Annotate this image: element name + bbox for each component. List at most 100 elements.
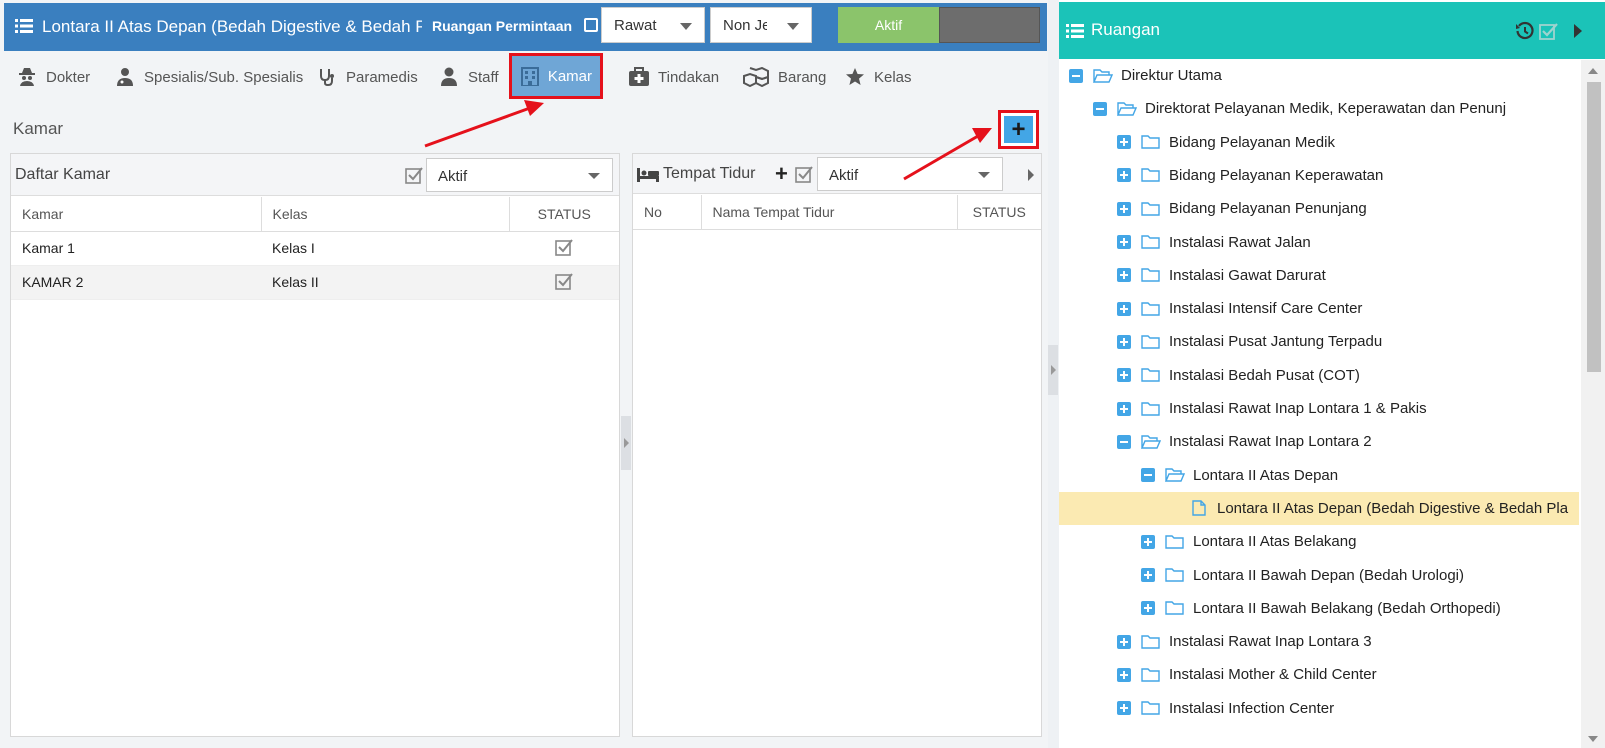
tree-node[interactable]: Instalasi Rawat Inap Lontara 2 bbox=[1059, 425, 1579, 458]
checked-icon[interactable] bbox=[555, 272, 573, 290]
tree-node-label: Bidang Pelayanan Penunjang bbox=[1169, 200, 1367, 218]
tempat-tidur-panel: Tempat Tidur + Aktif No Nama Tempat Tidu… bbox=[632, 153, 1042, 737]
plus-icon[interactable]: + bbox=[775, 163, 788, 185]
chevron-right-icon[interactable] bbox=[1028, 169, 1034, 181]
checkbox-icon[interactable] bbox=[795, 165, 813, 183]
inactive-button[interactable] bbox=[939, 7, 1040, 43]
expand-icon[interactable] bbox=[1117, 701, 1131, 716]
folder-icon bbox=[1141, 201, 1161, 217]
tree-node[interactable]: Instalasi Bedah Pusat (COT) bbox=[1059, 359, 1579, 392]
tree-node[interactable]: Lontara II Atas Depan (Bedah Digestive &… bbox=[1059, 491, 1579, 525]
collapse-icon[interactable] bbox=[1069, 68, 1083, 83]
tree-node-label: Lontara II Atas Depan (Bedah Digestive &… bbox=[1217, 499, 1569, 517]
tree-node[interactable]: Bidang Pelayanan Keperawatan bbox=[1059, 159, 1579, 192]
tab-dokter[interactable]: Dokter bbox=[16, 56, 90, 98]
expand-icon[interactable] bbox=[1117, 667, 1131, 682]
tab-barang[interactable]: Barang bbox=[742, 56, 826, 98]
tree-node[interactable]: Instalasi Mother & Child Center bbox=[1059, 658, 1579, 691]
tree-node[interactable]: Lontara II Bawah Belakang (Bedah Orthope… bbox=[1059, 592, 1579, 625]
rawat-select[interactable]: Rawat bbox=[601, 7, 705, 43]
ruangan-permintaan-checkbox[interactable] bbox=[584, 18, 598, 32]
expand-icon[interactable] bbox=[1117, 401, 1131, 416]
expand-icon[interactable] bbox=[1117, 168, 1131, 183]
collapse-icon[interactable] bbox=[1093, 101, 1107, 116]
daftar-kamar-filter[interactable]: Aktif bbox=[426, 158, 613, 192]
panel-splitter[interactable] bbox=[621, 416, 631, 470]
tab-kelas[interactable]: Kelas bbox=[844, 56, 912, 98]
tree-node-label: Instalasi Pusat Jantung Terpadu bbox=[1169, 333, 1383, 351]
tree-node-label: Lontara II Atas Depan bbox=[1193, 466, 1339, 484]
left-panel: Lontara II Atas Depan (Bedah Digestive &… bbox=[0, 0, 1048, 748]
scroll-up-icon[interactable] bbox=[1588, 68, 1598, 74]
ruangan-permintaan-label: Ruangan Permintaan bbox=[432, 18, 573, 34]
folder-open-icon bbox=[1093, 68, 1113, 84]
tab-kamar[interactable]: Kamar bbox=[509, 53, 603, 99]
tempat-tidur-filter[interactable]: Aktif bbox=[817, 157, 1003, 191]
tree-node[interactable]: Instalasi Pusat Jantung Terpadu bbox=[1059, 325, 1579, 358]
tree-node[interactable]: Instalasi Rawat Inap Lontara 1 & Pakis bbox=[1059, 392, 1579, 425]
collapse-icon[interactable] bbox=[1574, 24, 1582, 38]
expand-icon[interactable] bbox=[1141, 568, 1155, 582]
tree-node[interactable]: Instalasi Gawat Darurat bbox=[1059, 259, 1579, 292]
tree-node[interactable]: Bidang Pelayanan Penunjang bbox=[1059, 192, 1579, 225]
scroll-thumb[interactable] bbox=[1587, 82, 1601, 372]
history-icon[interactable] bbox=[1515, 21, 1535, 41]
expand-icon[interactable] bbox=[1117, 268, 1131, 283]
jenis-select[interactable]: Non Je bbox=[710, 7, 812, 43]
column-header[interactable]: STATUS bbox=[509, 197, 619, 232]
daftar-kamar-title: Daftar Kamar bbox=[15, 166, 111, 183]
tree-node-label: Lontara II Atas Belakang bbox=[1193, 533, 1357, 551]
kamar-table: Kamar Kelas STATUS Kamar 1 Kelas I KAMAR… bbox=[11, 197, 619, 300]
ruangan-panel: Ruangan Direktur Utama Direktorat Pelayan… bbox=[1059, 0, 1605, 748]
folder-icon bbox=[1141, 634, 1161, 650]
building-icon bbox=[520, 65, 540, 87]
tree-node[interactable]: Instalasi Infection Center bbox=[1059, 692, 1579, 725]
add-kamar-button[interactable]: + bbox=[998, 110, 1039, 149]
status-cell bbox=[509, 231, 619, 266]
expand-icon[interactable] bbox=[1141, 534, 1155, 549]
expand-icon[interactable] bbox=[1117, 334, 1131, 349]
splitter-handle[interactable] bbox=[1048, 345, 1058, 395]
aktif-button[interactable]: Aktif bbox=[838, 7, 939, 43]
tree-node[interactable]: Bidang Pelayanan Medik bbox=[1059, 126, 1579, 159]
folder-open-icon bbox=[1165, 467, 1185, 483]
tab-label: Staff bbox=[468, 68, 499, 86]
tab-tindakan[interactable]: Tindakan bbox=[628, 56, 719, 98]
tree-node[interactable]: Direktorat Pelayanan Medik, Keperawatan … bbox=[1059, 92, 1579, 125]
expand-icon[interactable] bbox=[1141, 601, 1155, 616]
table-row[interactable]: KAMAR 2 Kelas II bbox=[11, 265, 619, 300]
column-header[interactable]: No bbox=[633, 195, 702, 230]
expand-icon[interactable] bbox=[1117, 301, 1131, 316]
check-all-icon[interactable] bbox=[1539, 21, 1559, 41]
scroll-down-icon[interactable] bbox=[1588, 736, 1598, 742]
table-row[interactable]: Kamar 1 Kelas I bbox=[11, 231, 619, 266]
expand-icon[interactable] bbox=[1117, 235, 1131, 249]
tree-node[interactable]: Lontara II Atas Belakang bbox=[1059, 525, 1579, 558]
tab-paramedis[interactable]: Paramedis bbox=[316, 56, 418, 98]
expand-icon[interactable] bbox=[1117, 368, 1131, 383]
tree-node[interactable]: Lontara II Atas Depan bbox=[1059, 459, 1579, 492]
tree-node[interactable]: Instalasi Intensif Care Center bbox=[1059, 292, 1579, 325]
expand-icon[interactable] bbox=[1117, 634, 1131, 649]
expand-icon[interactable] bbox=[1117, 135, 1131, 150]
tree-node[interactable]: Instalasi Rawat Inap Lontara 3 bbox=[1059, 625, 1579, 658]
tree-scrollbar[interactable] bbox=[1581, 60, 1605, 748]
column-header[interactable]: Nama Tempat Tidur bbox=[701, 195, 958, 230]
column-header[interactable]: Kelas bbox=[261, 197, 510, 232]
folder-icon bbox=[1141, 367, 1161, 383]
column-header[interactable]: STATUS bbox=[957, 195, 1041, 230]
tab-staff[interactable]: Staff bbox=[438, 56, 499, 98]
tree-node[interactable]: Direktur Utama bbox=[1059, 60, 1579, 92]
collapse-icon[interactable] bbox=[1117, 434, 1131, 449]
rawat-select-value: Rawat bbox=[614, 17, 657, 34]
expand-icon[interactable] bbox=[1117, 201, 1131, 216]
collapse-icon[interactable] bbox=[1141, 468, 1155, 483]
checkbox-icon[interactable] bbox=[405, 166, 423, 184]
tree-node-label: Instalasi Gawat Darurat bbox=[1169, 266, 1326, 284]
checked-icon[interactable] bbox=[555, 238, 573, 256]
tree-node[interactable]: Lontara II Bawah Depan (Bedah Urologi) bbox=[1059, 559, 1579, 592]
tree-node[interactable]: Instalasi Rawat Jalan bbox=[1059, 226, 1579, 259]
kamar-cell: KAMAR 2 bbox=[11, 265, 261, 300]
column-header[interactable]: Kamar bbox=[11, 197, 262, 232]
tab-spesialis[interactable]: Spesialis/Sub. Spesialis bbox=[114, 56, 303, 98]
